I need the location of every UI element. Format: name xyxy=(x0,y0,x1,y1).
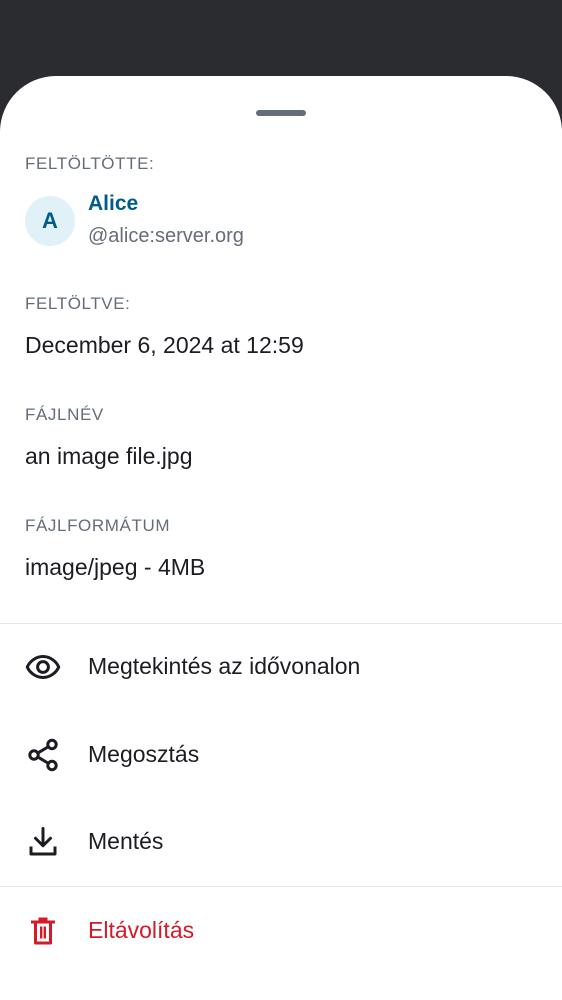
file-format-value: image/jpeg - 4MB xyxy=(25,554,206,580)
share-label: Megosztás xyxy=(88,741,200,767)
drag-handle[interactable] xyxy=(256,110,306,116)
save-button[interactable]: Mentés xyxy=(0,804,562,880)
share-icon xyxy=(28,738,58,772)
avatar[interactable]: A xyxy=(25,196,75,246)
filename-value: an image file.jpg xyxy=(25,443,193,469)
remove-button[interactable]: Eltávolítás xyxy=(0,893,562,969)
share-button[interactable]: Megosztás xyxy=(0,717,562,793)
download-icon xyxy=(29,827,57,856)
media-details-bottom-sheet: FELTÖLTÖTTE: A Alice @alice:server.org F… xyxy=(0,76,562,1000)
remove-label: Eltávolítás xyxy=(88,917,195,943)
trash-icon xyxy=(31,917,55,945)
uploader-label: FELTÖLTÖTTE: xyxy=(25,154,155,173)
view-in-timeline-label: Megtekintés az idővonalon xyxy=(88,653,361,679)
divider xyxy=(0,623,562,624)
uploaded-date-value: December 6, 2024 at 12:59 xyxy=(25,332,304,358)
eye-icon xyxy=(25,655,61,679)
view-in-timeline-button[interactable]: Megtekintés az idővonalon xyxy=(0,629,562,705)
save-label: Mentés xyxy=(88,828,164,854)
filename-label: FÁJLNÉV xyxy=(25,405,104,424)
uploader-name[interactable]: Alice xyxy=(88,192,138,216)
divider xyxy=(0,886,562,887)
uploader-user-id: @alice:server.org xyxy=(88,225,244,247)
uploaded-date-label: FELTÖLTVE: xyxy=(25,294,131,313)
file-format-label: FÁJLFORMÁTUM xyxy=(25,516,171,535)
